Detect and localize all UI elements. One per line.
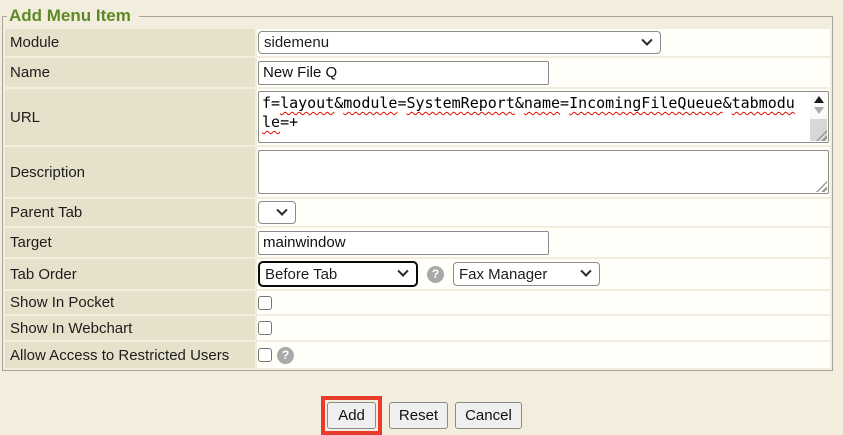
tab-order-target-select-value: Fax Manager: [459, 266, 547, 283]
module-label: Module: [5, 29, 255, 56]
chevron-down-icon: [641, 34, 652, 45]
form-actions: Add Reset Cancel: [0, 396, 843, 435]
tab-order-label: Tab Order: [5, 259, 255, 289]
tab-order-select-value: Before Tab: [265, 266, 337, 283]
description-textarea[interactable]: [258, 150, 829, 194]
url-segment: &: [723, 94, 732, 112]
show-in-pocket-checkbox[interactable]: [258, 296, 272, 310]
row-show-in-webchart: Show In Webchart: [5, 316, 830, 340]
url-segment: &: [334, 94, 343, 112]
parent-tab-label: Parent Tab: [5, 199, 255, 226]
help-icon[interactable]: ?: [277, 347, 294, 364]
url-misspelled-segment: IncomingFileQueue: [569, 94, 723, 112]
row-name: Name: [5, 58, 830, 87]
url-segment: =: [560, 94, 569, 112]
help-icon[interactable]: ?: [427, 266, 444, 283]
chevron-down-icon: [580, 266, 591, 277]
target-input[interactable]: [258, 231, 549, 255]
chevron-down-icon: [397, 266, 408, 277]
reset-button[interactable]: Reset: [389, 402, 448, 429]
row-allow-restricted: Allow Access to Restricted Users ?: [5, 342, 830, 368]
url-misspelled-segment: layout: [280, 94, 334, 112]
module-select-value: sidemenu: [264, 34, 329, 51]
url-textarea-text: f=layout&module=SystemReport&name=Incomi…: [259, 92, 801, 142]
url-misspelled-segment: name: [524, 94, 560, 112]
parent-tab-select[interactable]: [258, 201, 296, 224]
url-textarea[interactable]: f=layout&module=SystemReport&name=Incomi…: [258, 91, 829, 143]
resize-grip-icon[interactable]: [816, 181, 827, 192]
allow-restricted-checkbox[interactable]: [258, 348, 272, 362]
row-description: Description: [5, 147, 830, 197]
show-in-pocket-label: Show In Pocket: [5, 291, 255, 314]
url-segment: =: [397, 94, 406, 112]
add-button[interactable]: Add: [327, 402, 376, 429]
name-input[interactable]: [258, 61, 549, 85]
url-segment: f=: [262, 94, 280, 112]
show-in-webchart-checkbox[interactable]: [258, 321, 272, 335]
description-textarea-text: [259, 151, 801, 193]
row-show-in-pocket: Show In Pocket: [5, 291, 830, 314]
row-parent-tab: Parent Tab: [5, 199, 830, 226]
description-label: Description: [5, 147, 255, 197]
chevron-down-icon: [276, 204, 287, 215]
target-label: Target: [5, 228, 255, 257]
module-select[interactable]: sidemenu: [258, 31, 661, 54]
url-segment: =+: [280, 113, 298, 131]
tab-order-select[interactable]: Before Tab: [258, 261, 418, 287]
url-segment: &: [515, 94, 524, 112]
allow-restricted-label: Allow Access to Restricted Users: [5, 342, 255, 368]
red-highlight-annotation: Add: [321, 396, 382, 435]
show-in-webchart-label: Show In Webchart: [5, 316, 255, 340]
url-misspelled-segment: module: [343, 94, 397, 112]
form-title: Add Menu Item: [7, 6, 139, 26]
row-url: URL f=layout&module=SystemReport&name=In…: [5, 89, 830, 145]
url-label: URL: [5, 89, 255, 145]
row-target: Target: [5, 228, 830, 257]
row-tab-order: Tab Order Before Tab ? Fax Manager: [5, 259, 830, 289]
url-misspelled-segment: SystemReport: [407, 94, 515, 112]
tab-order-target-select[interactable]: Fax Manager: [453, 262, 600, 286]
name-label: Name: [5, 58, 255, 87]
cancel-button[interactable]: Cancel: [455, 402, 522, 429]
add-menu-item-form: Add Menu Item Module sidemenu Name URL f…: [2, 6, 833, 371]
row-module: Module sidemenu: [5, 29, 830, 56]
scroll-down-icon[interactable]: [814, 107, 824, 114]
scroll-up-icon[interactable]: [814, 96, 824, 103]
